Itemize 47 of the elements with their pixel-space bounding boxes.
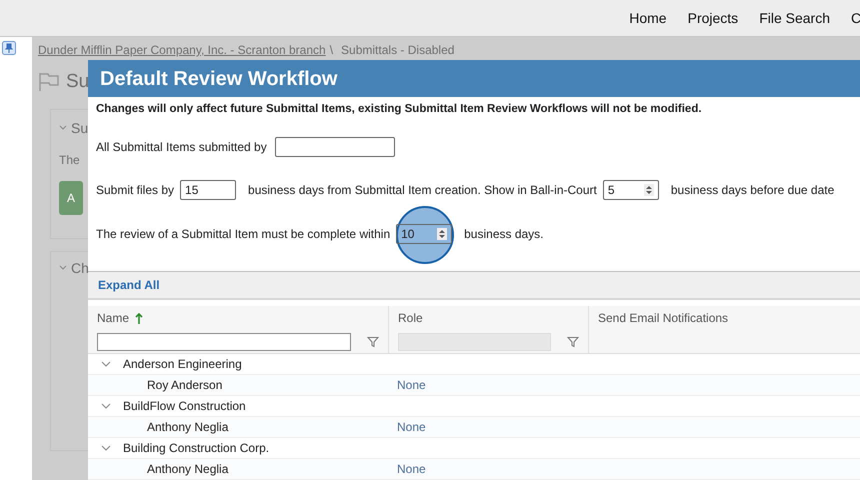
- group-name: Anderson Engineering: [123, 356, 242, 374]
- spinner-icon[interactable]: [437, 228, 448, 240]
- role-value[interactable]: None: [397, 378, 426, 392]
- role-value[interactable]: None: [397, 420, 426, 434]
- filter-icon[interactable]: [367, 336, 379, 348]
- chevron-down-icon[interactable]: [101, 360, 111, 368]
- page-title: Su: [66, 70, 90, 94]
- chevron-icon[interactable]: [59, 125, 67, 131]
- number-field[interactable]: 5: [602, 180, 659, 200]
- expand-all-link[interactable]: Expand All: [98, 276, 160, 294]
- notice-text: Changes will only affect future Submittal Items, existing Submittal Item Review Workflows will not be modified.: [95, 102, 703, 117]
- form-label: All Submittal Items submitted by: [96, 139, 267, 156]
- chevron-down-icon[interactable]: [101, 402, 111, 410]
- text-field[interactable]: [274, 137, 395, 158]
- sort-up-icon[interactable]: [135, 312, 144, 324]
- card-text: The: [59, 152, 81, 168]
- breadcrumb-current: Submittals - Disabled: [341, 42, 454, 59]
- group-name: BuildFlow Construction: [123, 398, 246, 416]
- nav-link[interactable]: File Search: [759, 8, 830, 28]
- form-label: Submit files by: [96, 182, 174, 200]
- pin-icon[interactable]: [2, 41, 18, 55]
- breadcrumb-separator: \: [330, 42, 334, 59]
- form-label: business days from Submittal Item creation. Show in Ball-in-Court: [248, 182, 597, 200]
- group-name: Building Construction Corp.: [123, 440, 270, 458]
- form-label: business days.: [464, 226, 544, 244]
- nav-link[interactable]: Projects: [688, 8, 738, 28]
- column-header[interactable]: Name: [97, 309, 130, 328]
- card-title: Su: [71, 118, 88, 138]
- column-header[interactable]: Send Email Notifications: [598, 309, 728, 328]
- chevron-down-icon[interactable]: [101, 444, 111, 452]
- card-title: Ch: [71, 258, 89, 278]
- filter-icon[interactable]: [567, 336, 579, 348]
- form-label: business days before due date: [670, 182, 834, 200]
- text-field[interactable]: 15: [180, 180, 236, 200]
- member-name: Anthony Neglia: [147, 420, 228, 434]
- member-name: Anthony Neglia: [147, 462, 228, 476]
- nav-link[interactable]: Home: [629, 8, 667, 28]
- flag-icon: [38, 72, 60, 92]
- spinner-icon[interactable]: [644, 184, 654, 196]
- role-value[interactable]: None: [397, 462, 426, 476]
- dialog-title: Default Review Workflow: [88, 60, 860, 97]
- member-name: Roy Anderson: [147, 378, 222, 392]
- filter-field[interactable]: [97, 332, 351, 351]
- chevron-icon[interactable]: [59, 265, 67, 271]
- column-header[interactable]: Role: [398, 309, 423, 328]
- number-field[interactable]: 10: [396, 224, 452, 244]
- form-label: The review of a Submittal Item must be complete within: [96, 226, 390, 244]
